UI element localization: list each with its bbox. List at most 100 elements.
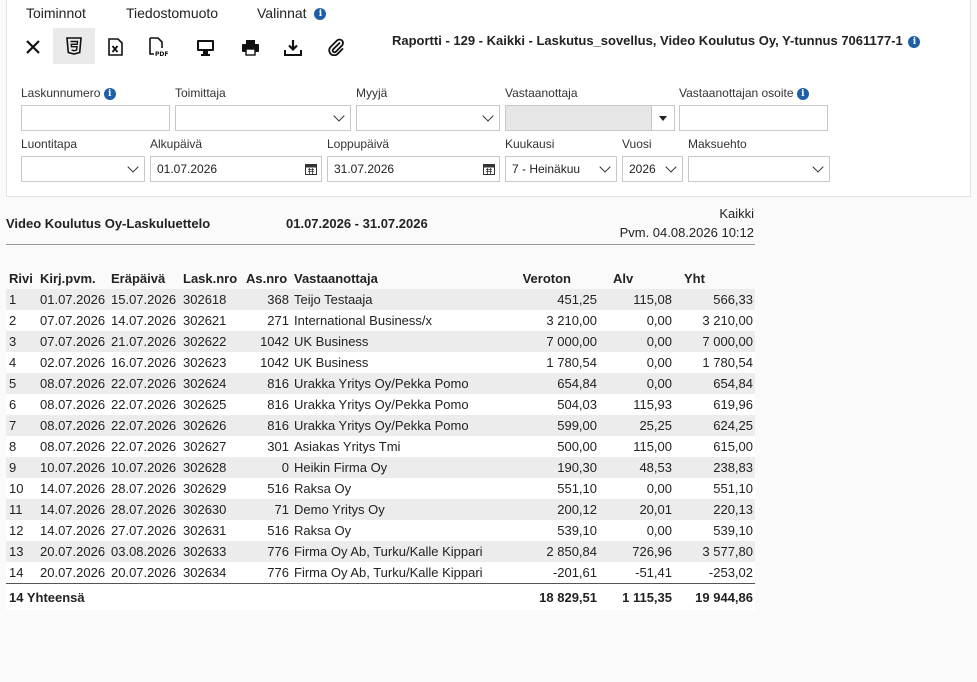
info-icon[interactable]: i (314, 8, 327, 21)
table-row: 10 14.07.2026 28.07.2026 302629 516 Raksa Oy 5… (6, 478, 755, 499)
table-cell: 619,96 (674, 394, 755, 415)
alkupaiva-input[interactable]: 01.07.2026 (150, 156, 322, 182)
table-row: 6 08.07.2026 22.07.2026 302625 816 Urakka Yri… (6, 394, 755, 415)
menu-toiminnot[interactable]: Toiminnot (26, 5, 86, 21)
table-cell: Raksa Oy (291, 520, 504, 541)
table-row: 4 02.07.2026 16.07.2026 302623 1042 UK Busine… (6, 352, 755, 373)
table-cell: Urakka Yritys Oy/Pekka Pomo (291, 373, 504, 394)
table-cell: 08.07.2026 (37, 415, 108, 436)
table-cell: 1042 (243, 352, 291, 373)
html-format-button[interactable] (53, 28, 95, 64)
menu-tiedostomuoto[interactable]: Tiedostomuoto (126, 5, 218, 21)
menu-valinnat[interactable]: Valinnat i (257, 5, 327, 21)
calendar-icon[interactable] (305, 163, 317, 175)
laskunnumero-label-text: Laskunnumero (21, 86, 101, 100)
html5-icon (66, 37, 82, 55)
chevron-down-icon (599, 161, 611, 173)
table-cell: 20.07.2026 (108, 562, 180, 584)
luontitapa-label: Luontitapa (21, 137, 78, 151)
info-icon[interactable]: i (796, 87, 809, 100)
table-cell: 516 (243, 520, 291, 541)
table-cell: 03.08.2026 (108, 541, 180, 562)
excel-icon (107, 38, 123, 56)
excel-format-button[interactable] (102, 34, 128, 60)
table-cell: 1 (6, 289, 37, 310)
table-cell: 301 (243, 436, 291, 457)
table-cell: 08.07.2026 (37, 373, 108, 394)
table-cell: 4 (6, 352, 37, 373)
myyja-select[interactable] (356, 105, 500, 131)
table-cell: 1 780,54 (504, 352, 599, 373)
table-cell: 1 780,54 (674, 352, 755, 373)
toimittaja-select[interactable] (175, 105, 351, 131)
table-cell: 302629 (180, 478, 243, 499)
table-cell: 07.07.2026 (37, 310, 108, 331)
column-header-0: Rivi (9, 270, 33, 286)
table-cell: 22.07.2026 (108, 415, 180, 436)
table-cell: Urakka Yritys Oy/Pekka Pomo (291, 415, 504, 436)
table-cell: 238,83 (674, 457, 755, 478)
close-button[interactable] (20, 34, 46, 60)
table-cell: 6 (6, 394, 37, 415)
table-cell: 27.07.2026 (108, 520, 180, 541)
vastaanottajan-osoite-label-text: Vastaanottajan osoite (679, 86, 794, 100)
calendar-icon[interactable] (483, 163, 495, 175)
caret-down-icon (659, 116, 667, 121)
screen-format-button[interactable] (192, 34, 218, 60)
print-icon (241, 39, 259, 56)
vuosi-select[interactable]: 2026 (622, 156, 683, 182)
toimittaja-label: Toimittaja (175, 86, 226, 100)
table-cell: 01.07.2026 (37, 289, 108, 310)
info-icon[interactable]: i (103, 87, 116, 100)
table-cell: International Business/x (291, 310, 504, 331)
vastaanottajan-osoite-input[interactable] (679, 105, 828, 131)
table-cell: 20.07.2026 (37, 562, 108, 584)
loppupaiva-input[interactable]: 31.07.2026 (327, 156, 500, 182)
attachment-button[interactable] (323, 34, 349, 60)
table-cell: 776 (243, 562, 291, 584)
column-header-4: As.nro (246, 270, 288, 286)
report-period: 01.07.2026 - 31.07.2026 (286, 216, 428, 231)
table-cell: 302618 (180, 289, 243, 310)
table-cell: 3 210,00 (674, 310, 755, 331)
table-cell: 816 (243, 373, 291, 394)
table-cell: Firma Oy Ab, Turku/Kalle Kippari (291, 541, 504, 562)
table-cell: 21.07.2026 (108, 331, 180, 352)
vuosi-label: Vuosi (622, 137, 652, 151)
table-cell: 15.07.2026 (108, 289, 180, 310)
chevron-down-icon (127, 161, 139, 173)
table-cell: 0,00 (599, 352, 674, 373)
table-cell: 7 000,00 (674, 331, 755, 352)
menu-valinnat-label: Valinnat (257, 5, 307, 21)
table-cell: 624,25 (674, 415, 755, 436)
table-cell: -253,02 (674, 562, 755, 584)
laskunnumero-input[interactable] (21, 105, 170, 131)
table-cell: 302622 (180, 331, 243, 352)
attachment-icon (328, 38, 344, 56)
kuukausi-select[interactable]: 7 - Heinäkuu (505, 156, 617, 182)
loppupaiva-label: Loppupäivä (327, 137, 390, 151)
table-cell: 22.07.2026 (108, 394, 180, 415)
table-cell: 726,96 (599, 541, 674, 562)
pdf-format-button[interactable]: PDF (145, 34, 171, 60)
vastaanottaja-select[interactable] (505, 105, 675, 131)
info-icon[interactable]: i (908, 35, 921, 48)
download-button[interactable] (280, 34, 306, 60)
table-cell: 500,00 (504, 436, 599, 457)
invoice-table: Rivi Kirj.pvm. Eräpäivä Lask.nro As.nro Vasta… (6, 267, 755, 610)
table-cell: 302631 (180, 520, 243, 541)
luontitapa-select[interactable] (21, 156, 145, 182)
table-cell: Urakka Yritys Oy/Pekka Pomo (291, 394, 504, 415)
vastaanottaja-dropdown-toggle[interactable] (651, 106, 674, 130)
table-row: 1 01.07.2026 15.07.2026 302618 368 Teijo Test… (6, 289, 755, 310)
maksuehto-select[interactable] (688, 156, 830, 182)
print-button[interactable] (237, 34, 263, 60)
table-cell: 2 (6, 310, 37, 331)
table-cell: 271 (243, 310, 291, 331)
table-cell: 551,10 (674, 478, 755, 499)
table-cell: 11 (6, 499, 37, 520)
table-row: 9 10.07.2026 10.07.2026 302628 0 Heikin Firma… (6, 457, 755, 478)
table-cell: 302634 (180, 562, 243, 584)
table-cell: 368 (243, 289, 291, 310)
table-cell: 07.07.2026 (37, 331, 108, 352)
